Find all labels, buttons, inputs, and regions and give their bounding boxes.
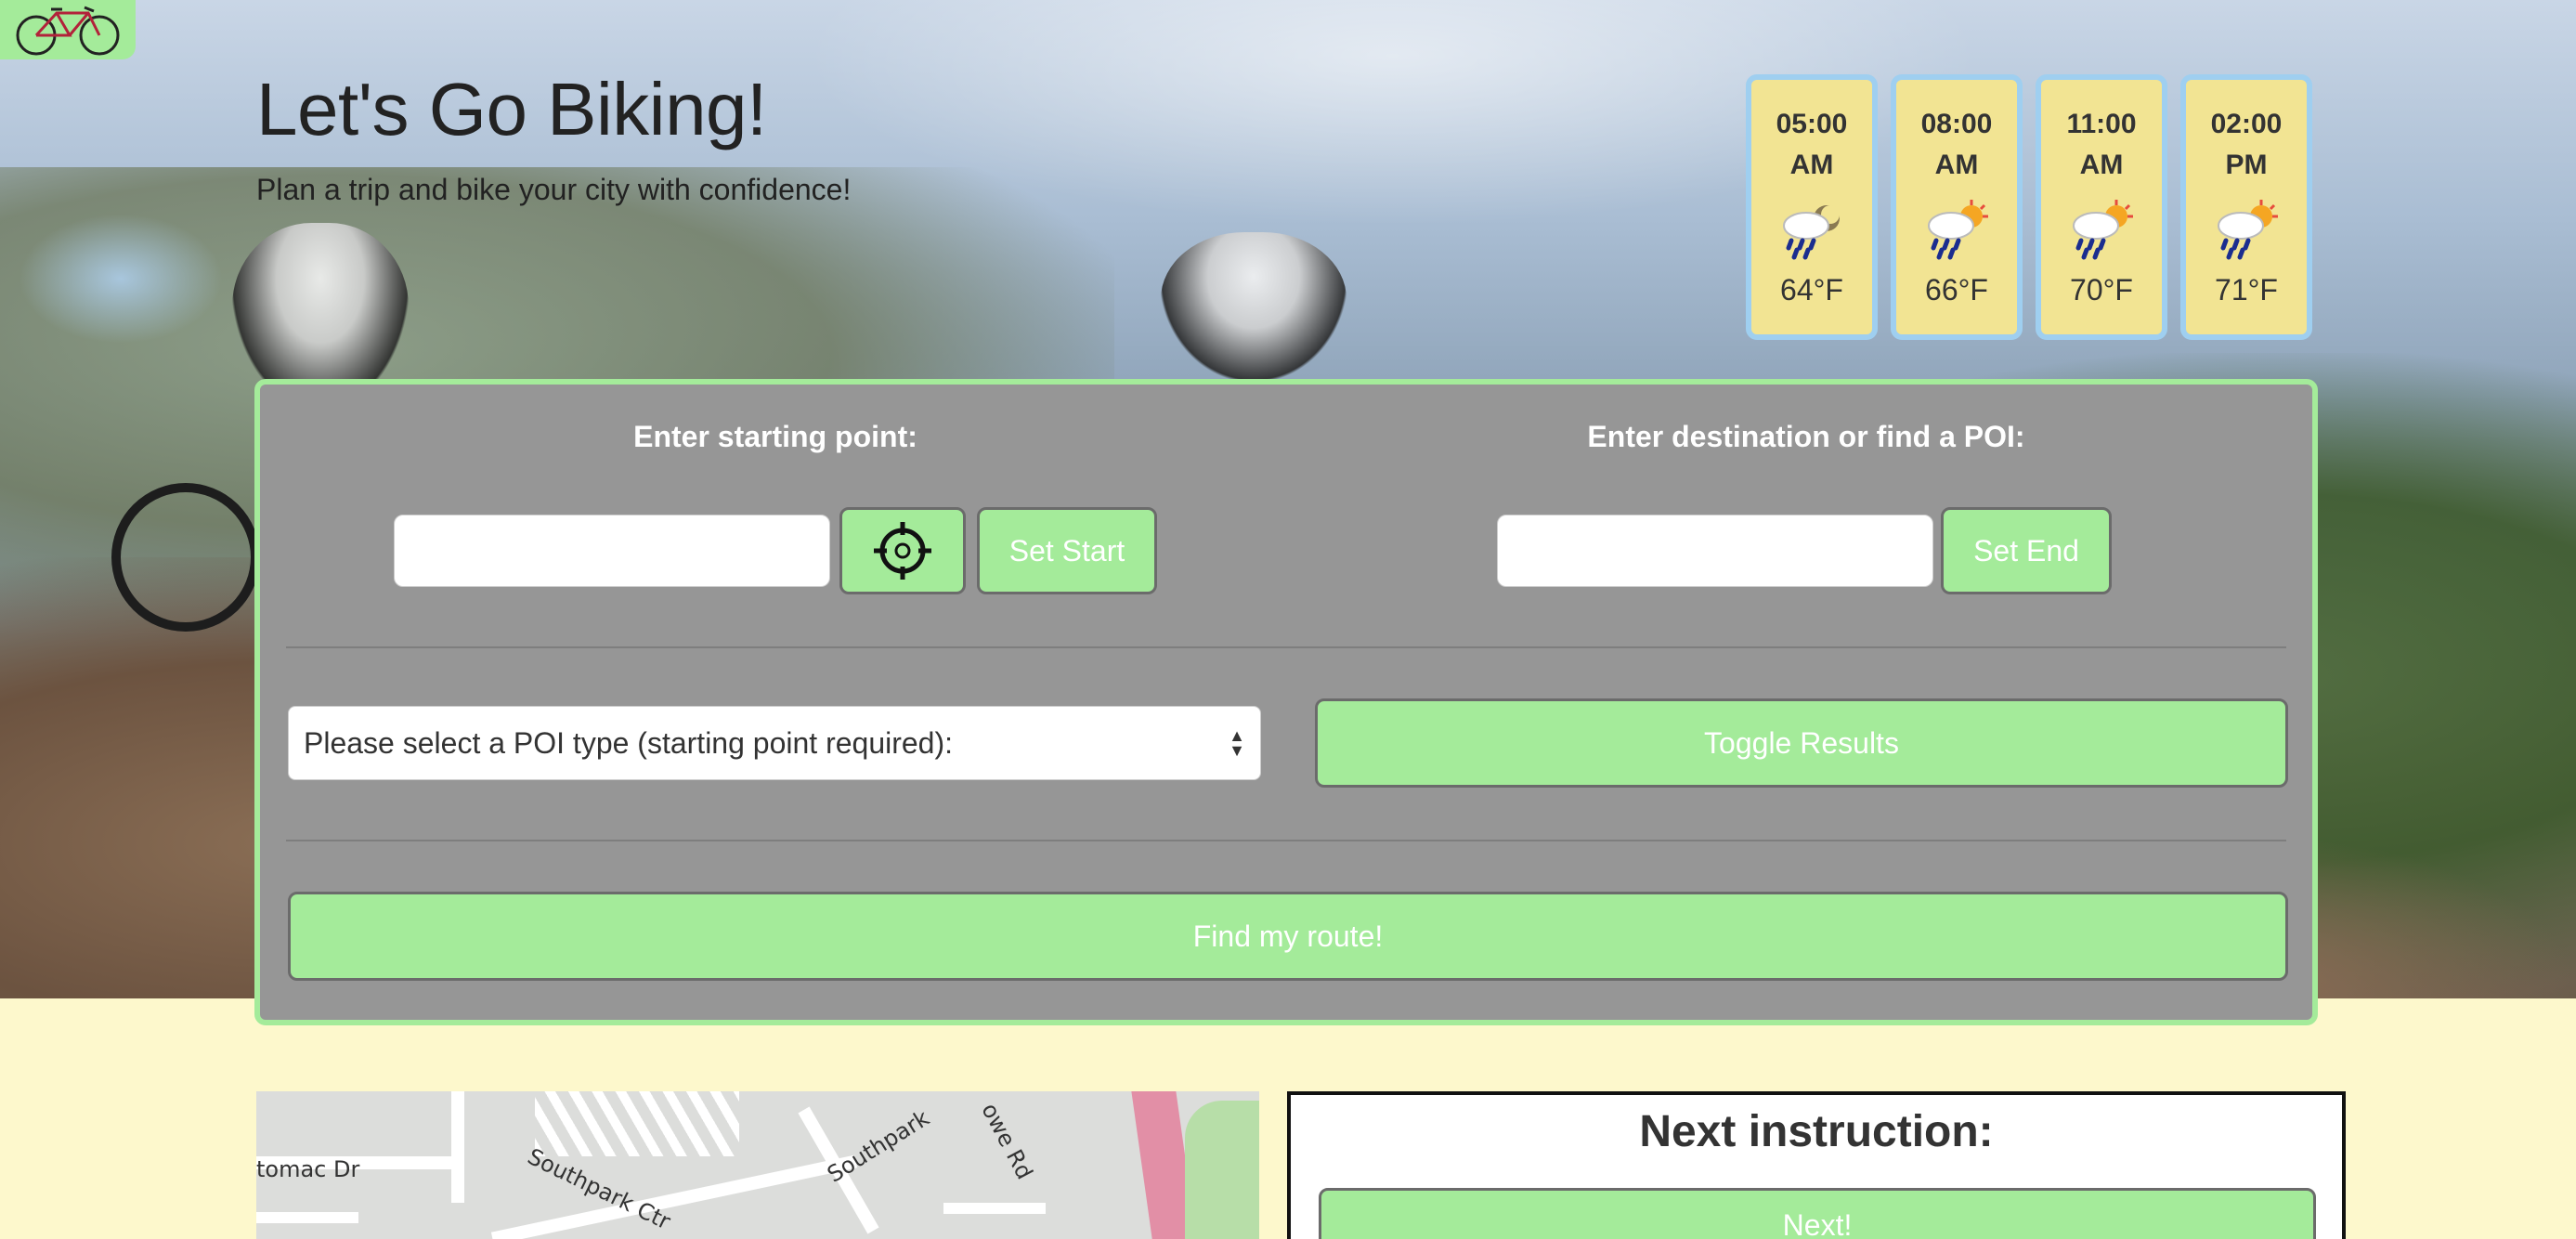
route-map[interactable]: tomac Dr Southpark Ctr Southpark owe Rd <box>256 1091 1259 1239</box>
rain-cloud-sun-icon <box>2041 193 2162 267</box>
weather-time: 02:00 <box>2210 109 2283 139</box>
start-label: Enter starting point: <box>633 420 917 453</box>
locate-me-button[interactable] <box>839 507 966 594</box>
bicycle-icon <box>16 6 120 56</box>
map-street-label: tomac Dr <box>256 1156 360 1182</box>
end-label: Enter destination or find a POI: <box>1587 420 2025 453</box>
start-input[interactable] <box>394 515 830 587</box>
select-arrows-icon: ▲ ▼ <box>1229 726 1245 760</box>
end-input[interactable] <box>1497 515 1933 587</box>
weather-temp: 66°F <box>1925 273 1988 306</box>
poi-select-value: Please select a POI type (starting point… <box>304 725 954 760</box>
find-route-button[interactable]: Find my route! <box>288 892 2288 981</box>
divider <box>286 840 2286 841</box>
route-form-panel: Enter starting point: Enter destination … <box>254 379 2318 1025</box>
weather-period: AM <box>2079 150 2124 180</box>
instruction-heading: Next instruction: <box>1639 1107 1994 1156</box>
weather-time: 11:00 <box>2066 109 2137 139</box>
weather-card: 08:00 AM 66°F <box>1891 74 2023 340</box>
divider <box>286 646 2286 648</box>
set-start-button[interactable]: Set Start <box>977 507 1157 594</box>
next-button[interactable]: Next! <box>1319 1188 2316 1239</box>
weather-temp: 70°F <box>2070 273 2133 306</box>
weather-card: 05:00 AM 64°F <box>1746 74 1878 340</box>
set-end-button[interactable]: Set End <box>1941 507 2112 594</box>
instruction-panel: Next instruction: Next! <box>1287 1091 2346 1239</box>
weather-card: 02:00 PM 71°F <box>2180 74 2312 340</box>
weather-period: AM <box>1789 150 1834 180</box>
weather-time: 08:00 <box>1920 109 1993 139</box>
map-street-label: Southpark <box>823 1104 934 1188</box>
weather-temp: 71°F <box>2215 273 2278 306</box>
page-subtitle: Plan a trip and bike your city with conf… <box>256 173 852 206</box>
weather-temp: 64°F <box>1780 273 1843 306</box>
map-street-label: owe Rd <box>976 1099 1038 1184</box>
rain-cloud-moon-icon <box>1751 193 1872 267</box>
rain-cloud-sun-icon <box>1896 193 2017 267</box>
toggle-results-button[interactable]: Toggle Results <box>1315 698 2288 788</box>
poi-type-select[interactable]: Please select a POI type (starting point… <box>288 706 1261 780</box>
crosshair-icon <box>874 522 931 580</box>
page-title: Let's Go Biking! <box>256 68 767 150</box>
weather-period: PM <box>2225 150 2268 180</box>
logo-tab[interactable] <box>0 0 136 59</box>
rain-cloud-sun-icon <box>2186 193 2307 267</box>
weather-forecast: 05:00 AM 64°F 08:00 AM 66°F 11:00 AM 70°… <box>1746 74 2325 340</box>
weather-period: AM <box>1934 150 1979 180</box>
weather-card: 11:00 AM 70°F <box>2036 74 2167 340</box>
weather-time: 05:00 <box>1776 109 1848 139</box>
